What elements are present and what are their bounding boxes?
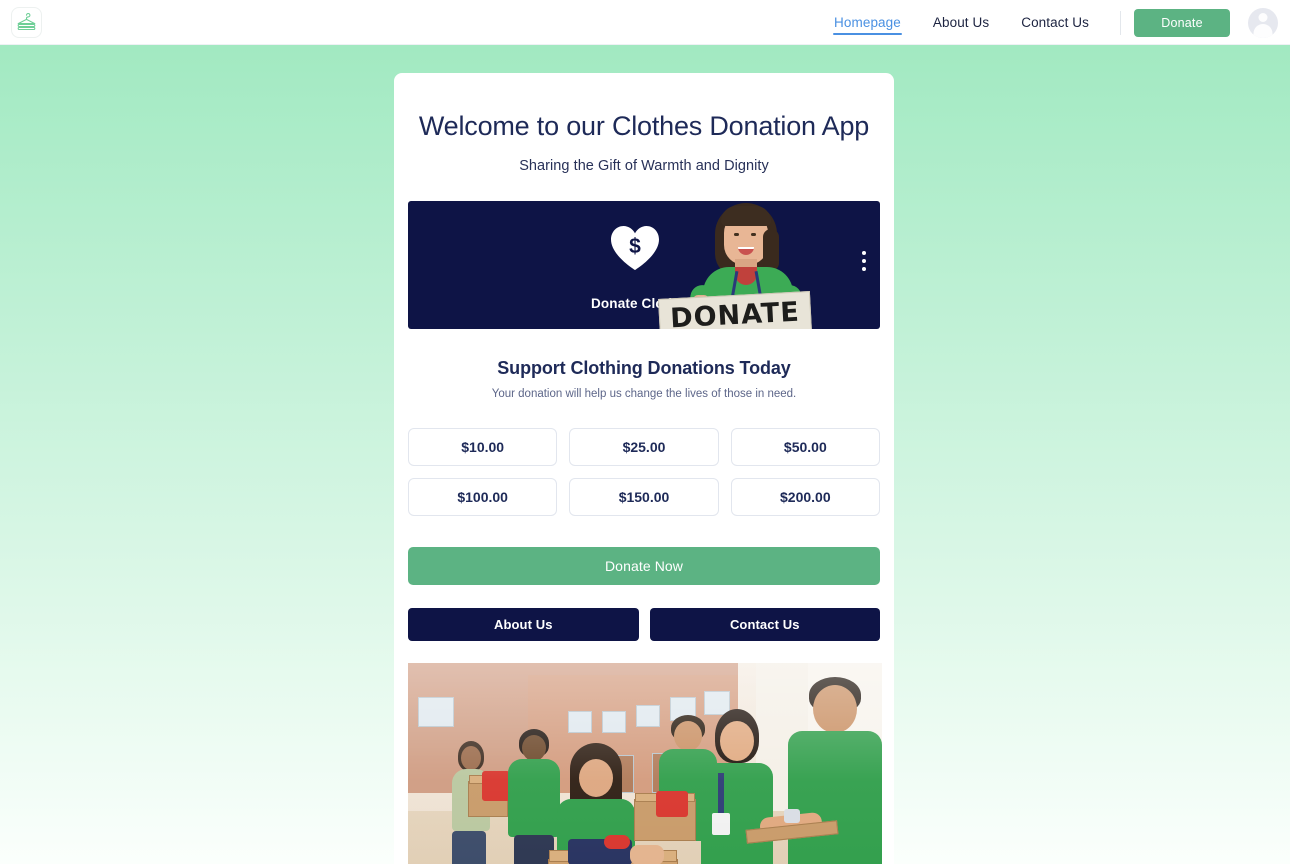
- page-root: Homepage About Us Contact Us Donate Welc…: [0, 0, 1290, 864]
- donate-sign: DONATE: [658, 291, 812, 329]
- donate-sign-photo: DONATE: [658, 201, 837, 329]
- kebab-menu-icon[interactable]: [862, 251, 866, 271]
- amount-option-200[interactable]: $200.00: [730, 478, 880, 516]
- secondary-actions-row: About Us Contact Us: [408, 608, 880, 641]
- contact-us-button[interactable]: Contact Us: [649, 608, 880, 641]
- page-subtitle: Sharing the Gift of Warmth and Dignity: [519, 158, 769, 174]
- hanger-icon: [17, 13, 36, 31]
- donation-section-title: Support Clothing Donations Today: [497, 358, 791, 378]
- amount-option-150[interactable]: $150.00: [569, 478, 719, 516]
- page-title: Welcome to our Clothes Donation App: [418, 111, 870, 141]
- amount-option-50[interactable]: $50.00: [730, 428, 880, 466]
- svg-text:$: $: [629, 235, 641, 258]
- about-us-button[interactable]: About Us: [408, 608, 639, 641]
- volunteers-sorting-clothing-donations: [408, 663, 882, 864]
- donation-section-subtitle: Your donation will help us change the li…: [491, 388, 797, 400]
- donate-hero-banner[interactable]: $ Donate Cloths DONATE: [408, 201, 880, 329]
- main-content-card: Welcome to our Clothes Donation App Shar…: [394, 73, 894, 864]
- nav-divider: [1120, 10, 1121, 35]
- nav-link-homepage[interactable]: Homepage: [818, 0, 917, 45]
- amount-option-25[interactable]: $25.00: [569, 428, 719, 466]
- donate-now-button[interactable]: Donate Now: [408, 547, 880, 585]
- heart-dollar-icon: $: [611, 226, 659, 270]
- nav-links-group: Homepage About Us Contact Us Donate: [818, 0, 1278, 45]
- clothes-hanger-logo[interactable]: [11, 7, 42, 38]
- donate-sign-text: DONATE: [669, 296, 801, 329]
- nav-donate-button[interactable]: Donate: [1134, 8, 1230, 37]
- nav-link-contact-us[interactable]: Contact Us: [1005, 0, 1105, 45]
- user-avatar-icon[interactable]: [1248, 7, 1278, 38]
- donation-amount-grid: $10.00 $25.00 $50.00 $100.00 $150.00 $20…: [408, 428, 880, 516]
- amount-option-100[interactable]: $100.00: [408, 478, 558, 516]
- nav-link-about-us[interactable]: About Us: [917, 0, 1005, 45]
- top-navigation-bar: Homepage About Us Contact Us Donate: [0, 0, 1290, 45]
- amount-option-10[interactable]: $10.00: [408, 428, 558, 466]
